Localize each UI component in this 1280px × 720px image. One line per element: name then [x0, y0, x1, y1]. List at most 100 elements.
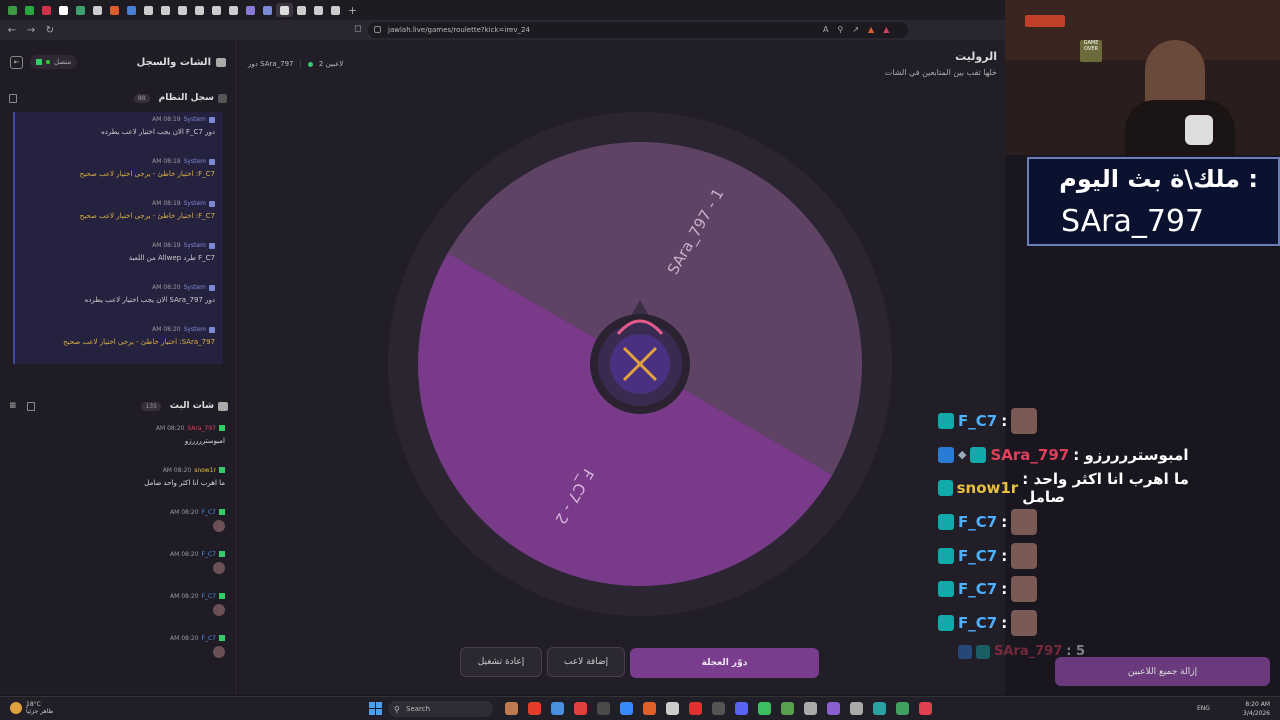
browser-tab[interactable]: [140, 3, 157, 17]
restart-button[interactable]: إعادة تشغيل: [460, 647, 542, 677]
system-log-entry: System 08:20 AM SAra_797: اختيار خاطئ - ير…: [13, 322, 223, 364]
taskbar-app-icon[interactable]: [666, 702, 679, 715]
share-icon[interactable]: ↗: [852, 25, 859, 34]
browser-tab[interactable]: [225, 3, 242, 17]
log-time: 08:20 AM: [152, 326, 181, 333]
browser-tab[interactable]: [157, 3, 174, 17]
banner-line1: ملك\ة بث اليوم :: [1059, 165, 1258, 193]
chat-username[interactable]: F_C7: [202, 551, 216, 558]
taskbar-app-icon[interactable]: [735, 702, 748, 715]
taskbar-app-icon[interactable]: [873, 702, 886, 715]
taskbar-app-icon[interactable]: [919, 702, 932, 715]
clear-chat-icon[interactable]: [26, 401, 35, 411]
taskbar-app-icon[interactable]: [850, 702, 863, 715]
live-chat-title: شات البث: [169, 401, 214, 411]
weather-widget[interactable]: 18°C ظاهر جزئياً: [10, 701, 53, 715]
live-chat-count: 135: [141, 401, 161, 411]
chat-time: 08:20 AM: [155, 424, 185, 432]
chat-username[interactable]: snow1r: [194, 467, 216, 474]
browser-tab[interactable]: [55, 3, 72, 17]
taskbar-app-icon[interactable]: [528, 702, 541, 715]
chat-time: 08:20 AM: [170, 634, 199, 642]
forward-icon[interactable]: →: [24, 25, 38, 36]
clock[interactable]: 8:20 AM 3/4/2026: [1243, 700, 1270, 718]
language-indicator[interactable]: ENG: [1197, 705, 1210, 712]
browser-tab[interactable]: [106, 3, 123, 17]
spin-wheel-button[interactable]: دوّر العجلة: [630, 648, 819, 678]
browser-tab[interactable]: [310, 3, 327, 17]
taskbar-app-icon[interactable]: [781, 702, 794, 715]
browser-tab[interactable]: [89, 3, 106, 17]
browser-tab[interactable]: [38, 3, 55, 17]
taskbar-app-icon[interactable]: [551, 702, 564, 715]
windows-start-icon[interactable]: [369, 702, 382, 715]
weather-icon: [10, 702, 22, 714]
taskbar-app-icon[interactable]: [896, 702, 909, 715]
browser-tab[interactable]: [4, 3, 21, 17]
reload-icon[interactable]: ↻: [43, 25, 57, 36]
translate-icon[interactable]: A: [823, 25, 828, 34]
new-tab-icon[interactable]: +: [344, 4, 361, 17]
overlay-text: :: [1001, 546, 1008, 565]
browser-tab[interactable]: [259, 3, 276, 17]
add-player-button[interactable]: إضافة لاعب: [547, 647, 625, 677]
kick-icon: [36, 59, 42, 65]
live-chat-list[interactable]: SAra_797 08:20 AM امبوستررررزو snow1r 08:20 …: [0, 422, 237, 674]
chat-username[interactable]: F_C7: [202, 593, 216, 600]
panel-title-text: الشات والسجل: [136, 56, 211, 68]
game-over-sign-icon: GAME OVER: [1080, 40, 1102, 62]
roulette-wheel[interactable]: SAra_797 - 1 F_C7 - 2: [388, 112, 892, 616]
browser-tab[interactable]: [72, 3, 89, 17]
taskbar-search[interactable]: ⚲ Search: [388, 701, 493, 717]
browser-tab[interactable]: [242, 3, 259, 17]
taskbar-app-icon[interactable]: [758, 702, 771, 715]
remove-all-players-button[interactable]: إزالة جميع اللاعبين: [1055, 657, 1270, 686]
taskbar-app-icon[interactable]: [620, 702, 633, 715]
system-shield-icon: [209, 326, 215, 333]
taskbar-app-icon[interactable]: [505, 702, 518, 715]
sword-badge-icon: [958, 644, 972, 659]
browser-tab[interactable]: [276, 3, 293, 17]
connection-status: متصل: [30, 55, 78, 69]
brave-shield-icon[interactable]: ▲: [868, 25, 874, 34]
taskbar-app-icon[interactable]: [827, 702, 840, 715]
browser-tab[interactable]: [293, 3, 310, 17]
bookmark-icon[interactable]: ◻: [354, 24, 361, 34]
players-count: 2 لاعبين: [318, 60, 344, 68]
browser-tab[interactable]: [327, 3, 344, 17]
system-log-list[interactable]: System 08:19 AM دور F_C7 الان يجب اختيار ل…: [0, 112, 236, 364]
emote-image: [1011, 508, 1038, 535]
browser-tab[interactable]: [21, 3, 38, 17]
taskbar-app-icon[interactable]: [643, 702, 656, 715]
taskbar-app-icon[interactable]: [804, 702, 817, 715]
brave-rewards-icon[interactable]: ▲: [883, 25, 889, 34]
back-icon[interactable]: ←: [5, 25, 19, 36]
filter-icon[interactable]: ≡: [9, 401, 17, 411]
kick-badge-icon: [938, 581, 954, 598]
url-field[interactable]: jawlah.live/games/roulette?kick=irev_24 …: [368, 22, 908, 38]
chat-username[interactable]: SAra_797: [187, 425, 216, 432]
overlay-chat-row: F_C7:: [938, 404, 1218, 438]
chat-username[interactable]: F_C7: [202, 635, 216, 642]
chat-message: F_C7 08:20 AM: [0, 506, 237, 548]
search-icon: ⚲: [394, 704, 400, 714]
kick-badge-icon: [938, 614, 954, 631]
taskbar-app-icon[interactable]: [712, 702, 725, 715]
streamer-body: [1125, 100, 1235, 155]
zoom-icon[interactable]: ⚲: [837, 25, 843, 34]
wheel-svg: SAra_797 - 1 F_C7 - 2: [388, 112, 892, 616]
taskbar-app-icon[interactable]: [689, 702, 702, 715]
clear-log-icon[interactable]: [9, 93, 17, 103]
log-sender: System: [183, 284, 206, 291]
browser-tab[interactable]: [174, 3, 191, 17]
collapse-panel-icon[interactable]: ⇤: [10, 55, 23, 69]
taskbar-app-icon[interactable]: [574, 702, 587, 715]
overlay-text: :: [1001, 411, 1008, 430]
kick-badge-icon: [976, 644, 990, 659]
browser-tab[interactable]: [191, 3, 208, 17]
system-shield-icon: [209, 242, 215, 249]
taskbar-app-icon[interactable]: [597, 702, 610, 715]
browser-tab[interactable]: [123, 3, 140, 17]
browser-tab[interactable]: [208, 3, 225, 17]
chat-username[interactable]: F_C7: [202, 509, 216, 516]
